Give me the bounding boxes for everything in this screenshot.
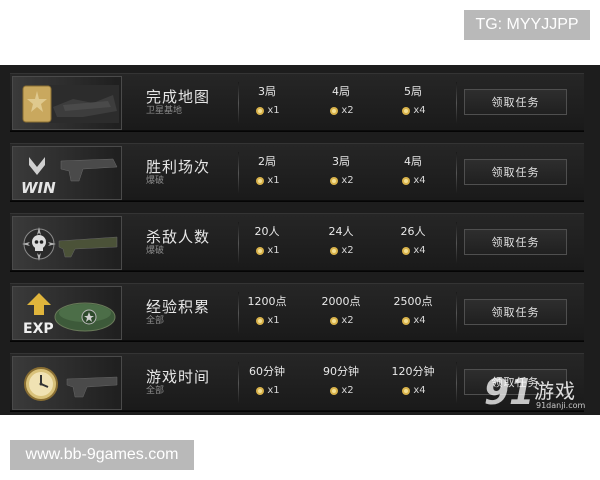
tier-requirement: 1200点 bbox=[247, 295, 287, 308]
tier-reward: x1 bbox=[267, 385, 280, 396]
exp-icon: EXP bbox=[12, 286, 122, 340]
coin-icon bbox=[256, 317, 265, 325]
tier-requirement: 2000点 bbox=[321, 295, 361, 308]
mission-row-win: WIN 胜利场次 爆破 2局 x1 3局 x2 4局 x4 领取任务 bbox=[10, 143, 584, 201]
coin-icon bbox=[256, 387, 265, 395]
tier-reward: x4 bbox=[413, 385, 426, 396]
win-icon: WIN bbox=[12, 146, 122, 200]
mission-title: 杀敌人数 bbox=[146, 228, 211, 246]
tier-1: 60分钟 x1 bbox=[232, 364, 302, 398]
mission-subtitle: 全部 bbox=[146, 386, 165, 396]
tier-reward: x1 bbox=[267, 105, 280, 116]
tier-requirement: 4局 bbox=[404, 155, 422, 168]
claim-mission-button[interactable]: 领取任务 bbox=[464, 299, 567, 325]
divider bbox=[456, 292, 457, 334]
claim-mission-button[interactable]: 领取任务 bbox=[464, 89, 567, 115]
logo-url: 91danji.com bbox=[536, 401, 586, 410]
tier-requirement: 26人 bbox=[400, 225, 426, 238]
mission-row-map: 完成地图 卫星基地 3局 x1 4局 x2 5局 x4 领取任务 bbox=[10, 73, 584, 131]
coin-icon bbox=[330, 107, 339, 115]
tier-3: 120分钟 x4 bbox=[378, 364, 448, 398]
watermark-site: www.bb-9games.com bbox=[10, 440, 194, 470]
logo-name: 游戏 bbox=[534, 379, 576, 403]
coin-icon bbox=[402, 387, 411, 395]
coin-icon bbox=[256, 247, 265, 255]
tier-requirement: 4局 bbox=[332, 85, 350, 98]
tier-reward: x2 bbox=[341, 245, 354, 256]
claim-mission-button[interactable]: 领取任务 bbox=[464, 229, 567, 255]
coin-icon bbox=[402, 317, 411, 325]
tier-1: 3局 x1 bbox=[232, 84, 302, 118]
tier-1: 20人 x1 bbox=[232, 224, 302, 258]
tier-1: 2局 x1 bbox=[232, 154, 302, 188]
tier-3: 4局 x4 bbox=[378, 154, 448, 188]
tier-reward: x1 bbox=[267, 245, 280, 256]
mission-title: 游戏时间 bbox=[146, 368, 211, 386]
win-label: WIN bbox=[21, 179, 56, 197]
coin-icon bbox=[256, 107, 265, 115]
tier-requirement: 20人 bbox=[254, 225, 280, 238]
tier-requirement: 3局 bbox=[258, 85, 276, 98]
tier-2: 24人 x2 bbox=[306, 224, 376, 258]
tier-reward: x4 bbox=[413, 315, 426, 326]
tier-2: 2000点 x2 bbox=[306, 294, 376, 328]
tier-reward: x4 bbox=[413, 245, 426, 256]
tier-requirement: 24人 bbox=[328, 225, 354, 238]
tier-reward: x4 bbox=[413, 105, 426, 116]
tier-requirement: 60分钟 bbox=[249, 365, 285, 378]
watermark-tg: TG: MYYJJPP bbox=[464, 10, 590, 40]
coin-icon bbox=[402, 107, 411, 115]
tier-requirement: 2500点 bbox=[393, 295, 433, 308]
divider bbox=[456, 152, 457, 194]
tier-requirement: 90分钟 bbox=[323, 365, 359, 378]
site-logo-watermark: 91 游戏 91danji.com bbox=[484, 373, 594, 417]
tier-3: 26人 x4 bbox=[378, 224, 448, 258]
clock-icon bbox=[12, 356, 122, 410]
tier-reward: x1 bbox=[267, 315, 280, 326]
tier-1: 1200点 x1 bbox=[232, 294, 302, 328]
divider bbox=[456, 82, 457, 124]
coin-icon bbox=[330, 317, 339, 325]
tier-requirement: 5局 bbox=[404, 85, 422, 98]
tier-3: 5局 x4 bbox=[378, 84, 448, 118]
coin-icon bbox=[330, 387, 339, 395]
tier-reward: x2 bbox=[341, 315, 354, 326]
tier-2: 90分钟 x2 bbox=[306, 364, 376, 398]
coin-icon bbox=[402, 177, 411, 185]
skull-icon bbox=[12, 216, 122, 270]
mission-title: 完成地图 bbox=[146, 88, 211, 106]
map-icon bbox=[12, 76, 122, 130]
mission-panel: 完成地图 卫星基地 3局 x1 4局 x2 5局 x4 领取任务 WIN 胜利场… bbox=[0, 65, 600, 415]
divider bbox=[456, 362, 457, 404]
claim-mission-button[interactable]: 领取任务 bbox=[464, 159, 567, 185]
mission-subtitle: 卫星基地 bbox=[146, 106, 183, 116]
tier-requirement: 3局 bbox=[332, 155, 350, 168]
tier-reward: x4 bbox=[413, 175, 426, 186]
mission-row-kills: 杀敌人数 爆破 20人 x1 24人 x2 26人 x4 领取任务 bbox=[10, 213, 584, 271]
mission-title: 胜利场次 bbox=[146, 158, 211, 176]
coin-icon bbox=[402, 247, 411, 255]
logo-number: 91 bbox=[484, 372, 535, 413]
tier-requirement: 2局 bbox=[258, 155, 276, 168]
mission-subtitle: 爆破 bbox=[146, 246, 165, 256]
tier-2: 3局 x2 bbox=[306, 154, 376, 188]
exp-label: EXP bbox=[23, 321, 54, 337]
tier-requirement: 120分钟 bbox=[391, 365, 435, 378]
mission-title: 经验积累 bbox=[146, 298, 211, 316]
tier-2: 4局 x2 bbox=[306, 84, 376, 118]
tier-reward: x1 bbox=[267, 175, 280, 186]
coin-icon bbox=[256, 177, 265, 185]
mission-subtitle: 爆破 bbox=[146, 176, 165, 186]
tier-reward: x2 bbox=[341, 175, 354, 186]
tier-3: 2500点 x4 bbox=[378, 294, 448, 328]
coin-icon bbox=[330, 247, 339, 255]
coin-icon bbox=[330, 177, 339, 185]
mission-subtitle: 全部 bbox=[146, 316, 165, 326]
tier-reward: x2 bbox=[341, 385, 354, 396]
tier-reward: x2 bbox=[341, 105, 354, 116]
divider bbox=[456, 222, 457, 264]
mission-row-exp: EXP 经验积累 全部 1200点 x1 2000点 x2 2500点 x4 领… bbox=[10, 283, 584, 341]
